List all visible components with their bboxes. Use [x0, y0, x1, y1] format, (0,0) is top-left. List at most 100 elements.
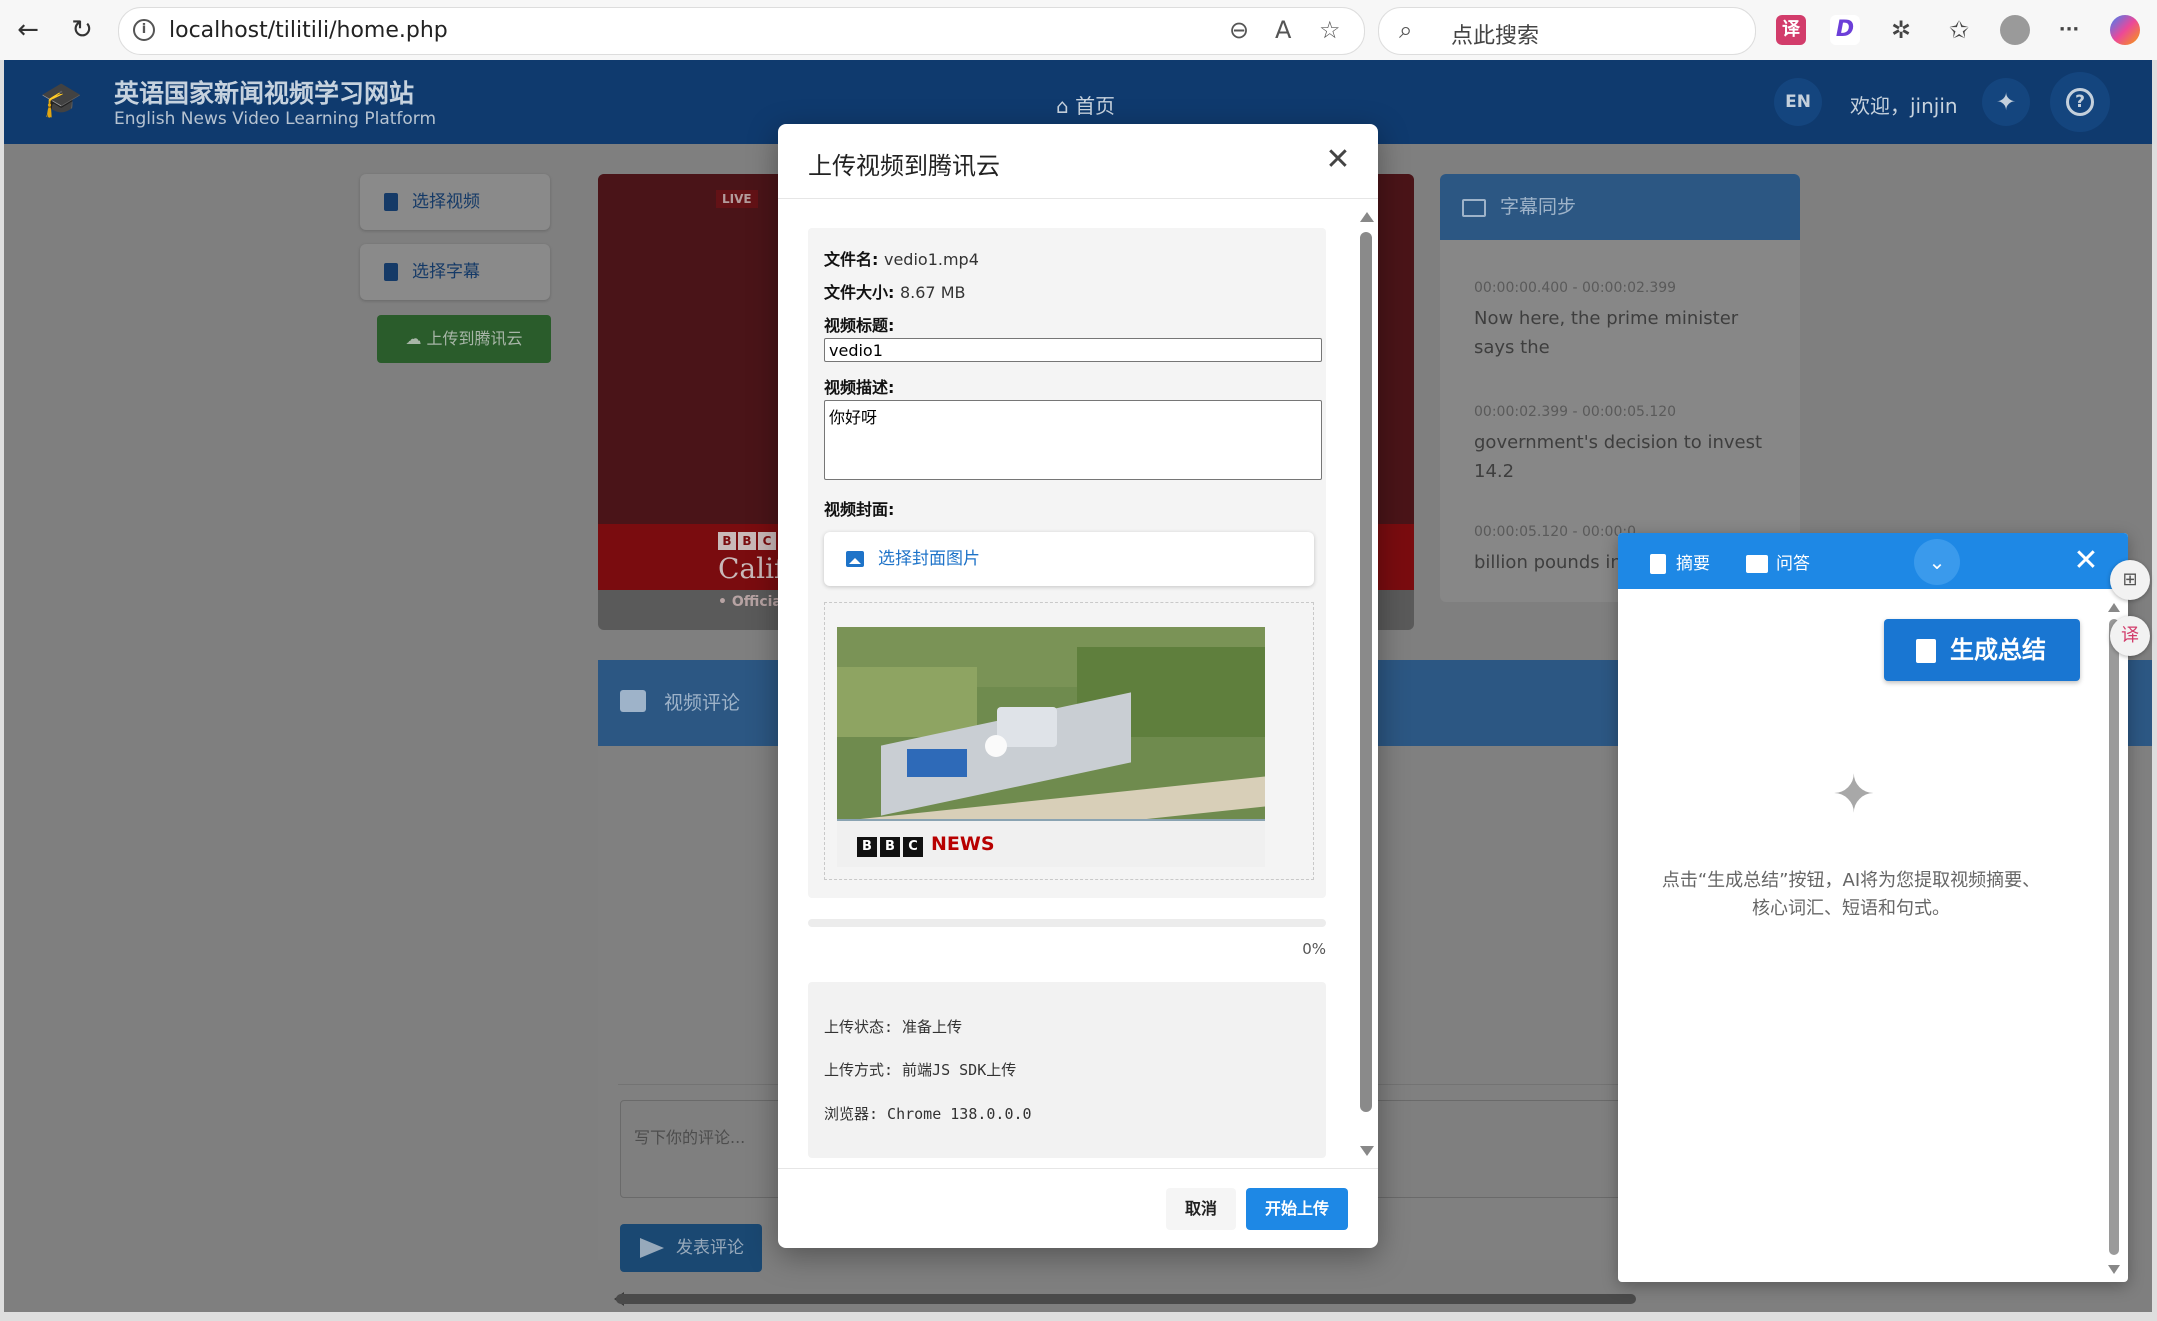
file-size-value: 8.67 MB	[899, 283, 966, 302]
more-menu-icon[interactable]: ···	[2054, 15, 2084, 45]
subtitle-panel-title: 字幕同步	[1500, 196, 1577, 218]
send-icon	[640, 1238, 664, 1258]
chevron-down-icon[interactable]: ⌄	[1914, 539, 1960, 585]
upload-form: 文件名: vedio1.mp4 文件大小: 8.67 MB 视频标题: 视频描述…	[808, 228, 1326, 898]
copilot-icon[interactable]	[2110, 15, 2140, 45]
status-line: 上传状态: 准备上传	[824, 1018, 963, 1036]
translate-extension-icon[interactable]: 译	[1776, 15, 1806, 45]
back-arrow-icon[interactable]: ←	[10, 12, 46, 48]
grid-tool-icon[interactable]: ⊞	[2110, 560, 2150, 600]
choose-video-label: 选择视频	[412, 192, 480, 212]
upload-progress-text: 0%	[1302, 940, 1326, 958]
post-comment-label: 发表评论	[676, 1238, 744, 1258]
home-icon: ⌂	[1056, 94, 1069, 118]
file-icon	[384, 263, 398, 281]
modal-footer-divider	[778, 1168, 1378, 1169]
graduation-cap-icon: 🎓	[40, 80, 83, 120]
tab-qa-label: 问答	[1776, 554, 1810, 574]
live-tag: LIVE	[716, 190, 758, 208]
file-size-row: 文件大小: 8.67 MB	[824, 279, 965, 303]
upload-status-box: 上传状态: 准备上传 上传方式: 前端JS SDK上传 浏览器: Chrome …	[808, 982, 1326, 1158]
tab-summary-label: 摘要	[1676, 554, 1710, 574]
site-title: 英语国家新闻视频学习网站	[114, 79, 415, 108]
favorite-star-icon[interactable]: ☆	[1319, 16, 1341, 44]
d-extension-icon[interactable]: D	[1830, 15, 1860, 45]
scroll-up-arrow-icon[interactable]	[2108, 603, 2120, 612]
image-icon	[846, 551, 864, 567]
choose-subtitle-label: 选择字幕	[412, 262, 480, 282]
subtitles-icon	[1462, 198, 1486, 217]
subtitle-text[interactable]: Now here, the prime minister says the	[1474, 304, 1784, 362]
extensions-puzzle-icon[interactable]: ✲	[1886, 15, 1916, 45]
file-icon	[384, 193, 398, 211]
sparkle-icon: ✦	[1832, 765, 1876, 825]
cloud-upload-icon: ☁	[405, 329, 422, 348]
video-overlay-sub: • Official	[718, 594, 787, 610]
choose-cover-label: 选择封面图片	[878, 549, 980, 569]
status-line: 上传方式: 前端JS SDK上传	[824, 1061, 1017, 1079]
site-subtitle: English News Video Learning Platform	[114, 109, 437, 129]
upload-modal: 上传视频到腾讯云 ✕ 文件名: vedio1.mp4 文件大小: 8.67 MB…	[778, 124, 1378, 1248]
profile-avatar-icon[interactable]	[2000, 15, 2030, 45]
zoom-out-icon[interactable]: ⊖	[1229, 16, 1249, 44]
browser-toolbar: ← ↻ i localhost/tilitili/home.php ⊖ A ☆ …	[0, 0, 2157, 60]
subtitle-time: 00:00:05.120 - 00:00:0	[1474, 524, 1636, 540]
scroll-down-arrow-icon[interactable]	[1360, 1146, 1374, 1156]
choose-subtitle-button[interactable]: 选择字幕	[360, 244, 550, 300]
horizontal-scrollbar[interactable]	[616, 1294, 1636, 1304]
modal-title: 上传视频到腾讯云	[808, 152, 1000, 180]
start-upload-button[interactable]: 开始上传	[1246, 1188, 1348, 1230]
read-aloud-icon[interactable]: A	[1275, 16, 1291, 44]
help-button[interactable]: ?	[2050, 72, 2110, 132]
generate-summary-button[interactable]: 生成总结	[1884, 619, 2080, 681]
tab-summary[interactable]: 摘要	[1650, 549, 1710, 574]
site-info-icon[interactable]: i	[133, 19, 155, 41]
nav-home-link[interactable]: ⌂ 首页	[1056, 90, 1115, 119]
video-title-label: 视频标题:	[824, 316, 895, 335]
upload-progress-bar	[808, 919, 1326, 927]
translate-float-icon[interactable]: 译	[2110, 616, 2150, 656]
choose-cover-button[interactable]: 选择封面图片	[824, 532, 1314, 586]
video-description-textarea[interactable]: 你好呀	[824, 400, 1322, 480]
bbc-news-logo: BBC	[857, 835, 926, 857]
search-icon: ⌕	[1399, 16, 1413, 44]
cover-preview-frame: BBC NEWS	[824, 602, 1314, 880]
video-title-input[interactable]	[824, 338, 1322, 362]
file-name-row: 文件名: vedio1.mp4	[824, 246, 979, 270]
subtitle-time: 00:00:02.399 - 00:00:05.120	[1474, 404, 1677, 420]
language-toggle-button[interactable]: EN	[1774, 78, 1822, 126]
address-bar[interactable]: i localhost/tilitili/home.php ⊖ A ☆	[118, 7, 1365, 55]
browser-search-box[interactable]: ⌕ 点此搜索	[1378, 7, 1756, 55]
close-icon[interactable]: ✕	[1318, 140, 1358, 180]
document-icon	[1916, 639, 1936, 663]
subtitle-panel-header: 字幕同步	[1440, 174, 1800, 240]
post-comment-button[interactable]: 发表评论	[620, 1224, 762, 1272]
bbc-logo: BBC	[718, 530, 778, 550]
ai-panel-header: 摘要 问答 ⌄ ✕	[1618, 533, 2128, 589]
ai-hint-text: 点击“生成总结”按钮，AI将为您提取视频摘要、核心词汇、短语和句式。	[1661, 870, 2041, 919]
upload-to-cloud-button[interactable]: ☁ 上传到腾讯云	[377, 315, 551, 363]
document-icon	[1650, 554, 1666, 574]
cover-preview-image: BBC NEWS	[837, 627, 1265, 867]
nav-home-label: 首页	[1075, 94, 1116, 118]
reload-icon[interactable]: ↻	[64, 12, 100, 48]
modal-scrollbar-thumb[interactable]	[1360, 232, 1372, 1112]
upload-side-label: 上传到腾讯云	[426, 329, 523, 348]
file-size-label: 文件大小:	[824, 283, 895, 302]
tab-qa[interactable]: 问答	[1746, 549, 1810, 574]
bbc-news-word: NEWS	[931, 833, 995, 855]
scroll-down-arrow-icon[interactable]	[2108, 1265, 2120, 1274]
subtitle-time: 00:00:00.400 - 00:00:02.399	[1474, 280, 1677, 296]
scroll-up-arrow-icon[interactable]	[1360, 212, 1374, 222]
ai-scrollbar-thumb[interactable]	[2109, 619, 2119, 1255]
cancel-button[interactable]: 取消	[1166, 1188, 1236, 1230]
subtitle-text[interactable]: government's decision to invest 14.2	[1474, 428, 1784, 486]
close-icon[interactable]: ✕	[2062, 537, 2110, 585]
choose-video-button[interactable]: 选择视频	[360, 174, 550, 230]
generate-summary-label: 生成总结	[1950, 636, 2046, 664]
browser-search-placeholder: 点此搜索	[1451, 24, 1540, 49]
file-name-label: 文件名:	[824, 250, 879, 269]
ai-sparkle-button[interactable]: ✦	[1982, 78, 2030, 126]
favorites-icon[interactable]: ✩	[1944, 15, 1974, 45]
welcome-text: 欢迎，jinjin	[1850, 94, 1958, 118]
